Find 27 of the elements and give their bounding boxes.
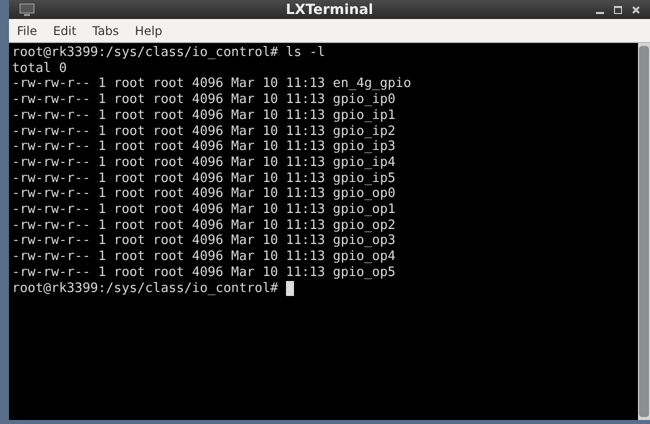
scroll-thumb[interactable] xyxy=(639,46,649,417)
maximize-icon[interactable] xyxy=(614,6,622,14)
terminal-line: -rw-rw-r-- 1 root root 4096 Mar 10 11:13 gpio_ip3 xyxy=(12,139,396,155)
terminal-line: -rw-rw-r-- 1 root root 4096 Mar 10 11:13 gpio_op2 xyxy=(12,218,396,234)
terminal-line: root@rk3399:/sys/class/io_control# ls -l xyxy=(12,45,326,61)
window-title: LXTerminal xyxy=(286,2,374,18)
prompt: root@rk3399:/sys/class/io_control# xyxy=(12,280,280,296)
monitor-icon xyxy=(19,2,35,16)
close-icon[interactable] xyxy=(632,6,640,14)
menu-item[interactable]: Help xyxy=(126,24,170,38)
cursor xyxy=(286,280,294,296)
terminal-line: -rw-rw-r-- 1 root root 4096 Mar 10 11:13 gpio_ip4 xyxy=(12,154,396,171)
terminal-line: total 0 xyxy=(12,60,67,76)
terminal-line: -rw-rw-r-- 1 root root 4096 Mar 10 11:13 gpio_ip2 xyxy=(12,124,396,140)
menu-item[interactable]: Edit xyxy=(45,24,84,38)
terminal-line: -rw-rw-r-- 1 root root 4096 Mar 10 11:13 gpio_op3 xyxy=(12,233,396,250)
terminal-line: -rw-rw-r-- 1 root root 4096 Mar 10 11:13 gpio_op1 xyxy=(12,202,396,218)
terminal-line: -rw-rw-r-- 1 root root 4096 Mar 10 11:13 gpio_op0 xyxy=(12,186,396,202)
terminal-line: -rw-rw-r-- 1 root root 4096 Mar 10 11:13 gpio_ip0 xyxy=(12,92,396,108)
terminal-line: -rw-rw-r-- 1 root root 4096 Mar 10 11:13 gpio_ip1 xyxy=(12,108,396,124)
scrollbar[interactable] xyxy=(638,43,650,420)
terminal-line: -rw-rw-r-- 1 root root 4096 Mar 10 11:13 en_4g_gpio xyxy=(12,76,412,92)
menu-item[interactable]: File xyxy=(9,24,46,38)
menu-item[interactable]: Tabs xyxy=(84,24,127,38)
terminal-line: -rw-rw-r-- 1 root root 4096 Mar 10 11:13 gpio_ip5 xyxy=(12,170,396,186)
terminal-line: -rw-rw-r-- 1 root root 4096 Mar 10 11:13 gpio_op5 xyxy=(12,264,396,281)
terminal-line: -rw-rw-r-- 1 root root 4096 Mar 10 11:13 gpio_op4 xyxy=(12,249,396,265)
